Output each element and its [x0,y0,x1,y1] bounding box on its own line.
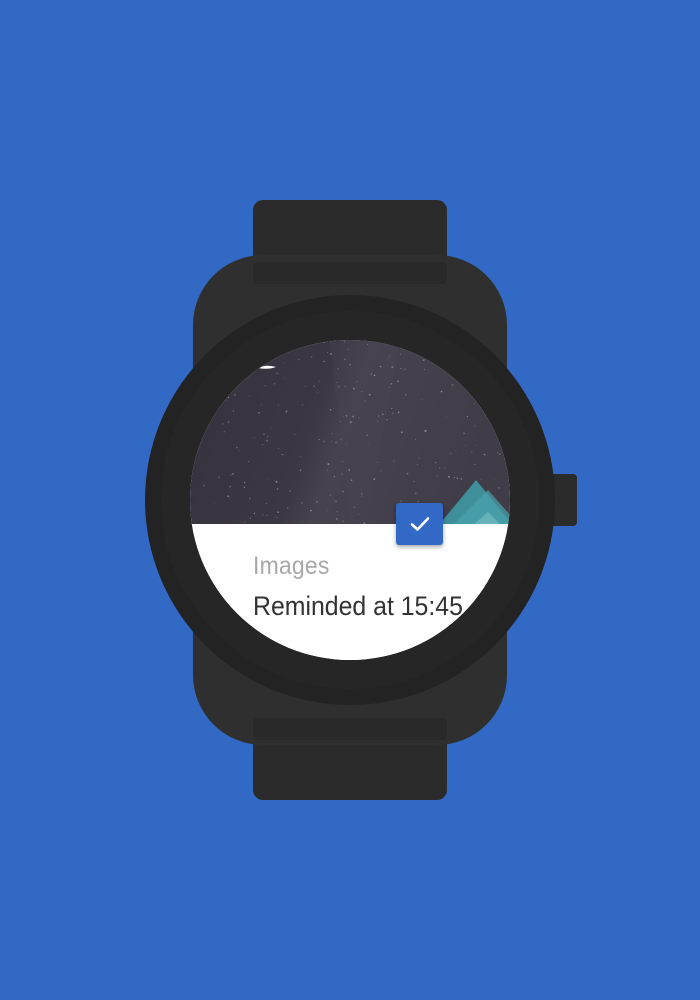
notification-message: Reminded at 15:45 [253,591,463,621]
watch-lug-bottom [253,718,447,740]
watch-lug-top [253,262,447,284]
check-icon [410,517,429,531]
watch-screen: Images Reminded at 15:45 [190,340,510,660]
notification-action-button[interactable] [396,503,443,545]
notification-app-name: Images [253,552,330,580]
